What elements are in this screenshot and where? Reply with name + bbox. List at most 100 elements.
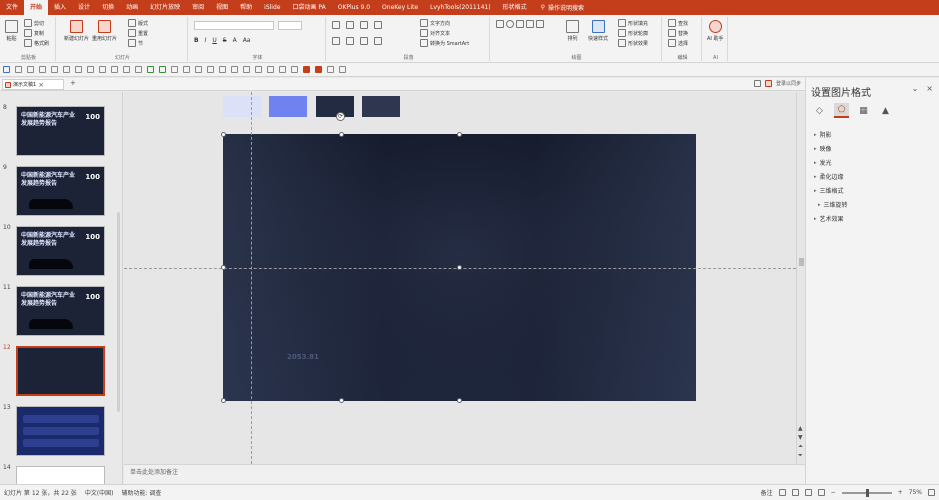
close-tab-icon[interactable]: × <box>38 81 44 89</box>
slide-thumbnail-10[interactable]: 中国新能源汽车产业 发展趋势报告 100 <box>16 226 105 276</box>
union-icon[interactable] <box>243 66 250 73</box>
fit-to-window-icon[interactable] <box>928 489 935 496</box>
slideshow-icon[interactable] <box>817 489 825 496</box>
layout-button[interactable]: 版式 <box>128 19 148 27</box>
cut-button[interactable]: 剪切 <box>24 19 44 27</box>
text-direction-button[interactable]: 文字方向 <box>420 19 450 27</box>
slide-thumbnail-14[interactable] <box>16 466 105 484</box>
smartart-button[interactable]: 转换为 SmartArt <box>420 39 469 47</box>
distribute-horizontal-icon[interactable] <box>123 66 130 73</box>
redo-icon[interactable] <box>27 66 34 73</box>
align-middle-objects-icon[interactable] <box>99 66 106 73</box>
zoom-level[interactable]: 75% <box>909 489 922 496</box>
rotate-icon[interactable] <box>207 66 214 73</box>
close-icon[interactable]: × <box>926 84 933 93</box>
rotate-handle[interactable]: ⟳ <box>336 112 345 121</box>
replace-button[interactable]: 替换 <box>668 29 688 37</box>
shape-fill-button[interactable]: 形状填充 <box>618 19 648 27</box>
picture-tab-icon[interactable]: ▲ <box>878 103 893 118</box>
ribbon-tab[interactable]: 动画 <box>120 0 144 15</box>
send-backward-icon[interactable] <box>183 66 190 73</box>
gear-icon[interactable] <box>764 80 772 87</box>
crop-icon[interactable] <box>195 66 202 73</box>
previous-slide-icon[interactable]: ⏶ <box>798 443 803 451</box>
video-icon[interactable] <box>315 66 322 73</box>
color-swatch-1[interactable] <box>223 96 261 117</box>
paste-button[interactable]: 粘贴 <box>5 20 18 42</box>
resize-handle-w[interactable] <box>221 265 226 270</box>
section-button[interactable]: 节 <box>128 39 143 47</box>
scroll-up-icon[interactable]: ▲ <box>798 425 803 432</box>
merge-shapes-icon[interactable] <box>231 66 238 73</box>
shape-outline-button[interactable]: 形状轮廓 <box>618 29 648 37</box>
notes-pane[interactable]: 单击此处添加备注 <box>124 464 805 484</box>
zoom-out-icon[interactable]: − <box>831 489 836 496</box>
slide-thumbnail-11[interactable]: 中国新能源汽车产业 发展趋势报告 100 <box>16 286 105 336</box>
ungroup-icon[interactable] <box>159 66 166 73</box>
color-swatch-3[interactable] <box>316 96 354 117</box>
ribbon-tab[interactable]: 幻灯片放映 <box>144 0 186 15</box>
intersect-icon[interactable] <box>279 66 286 73</box>
slide-thumbnail-9[interactable]: 中国新能源汽车产业 发展趋势报告 100 <box>16 166 105 216</box>
zoom-slider-knob[interactable] <box>865 488 869 497</box>
zoom-slider[interactable] <box>841 488 892 497</box>
ribbon-tab[interactable]: 切换 <box>96 0 120 15</box>
fragment-icon[interactable] <box>267 66 274 73</box>
align-center-objects-icon[interactable] <box>63 66 70 73</box>
ribbon-tab[interactable]: 开始 <box>24 0 49 15</box>
fill-line-tab-icon[interactable]: ◇ <box>812 103 827 118</box>
ribbon-tab[interactable]: 口袋动画 PA <box>286 0 331 15</box>
chevron-down-icon[interactable]: ⌄ <box>912 84 919 93</box>
resize-handle-e[interactable] <box>457 265 462 270</box>
slide-thumbnail-13[interactable] <box>16 406 105 456</box>
align-top-objects-icon[interactable] <box>87 66 94 73</box>
quick-styles-button[interactable]: 快速样式 <box>588 20 608 42</box>
shapes-gallery[interactable] <box>496 20 544 28</box>
resize-handle-n[interactable] <box>339 132 344 137</box>
canvas-vertical-scrollbar[interactable]: ▲ ▼ ⏶ ⏷ <box>796 92 805 464</box>
ribbon-tab[interactable]: 审阅 <box>186 0 210 15</box>
slide-thumbnail-8[interactable]: 中国新能源汽车产业 发展趋势报告 100 <box>16 106 105 156</box>
font-format-buttons[interactable]: B I U S A Aa <box>194 37 250 44</box>
start-slideshow-icon[interactable] <box>39 66 46 73</box>
ribbon-tab[interactable]: 文件 <box>0 0 24 15</box>
notes-toggle[interactable]: 备注 <box>761 488 773 497</box>
vertical-guide[interactable] <box>251 92 252 464</box>
scrollbar-thumb[interactable] <box>799 258 804 266</box>
language-indicator[interactable]: 中文(中国) <box>85 488 114 497</box>
reading-view-icon[interactable] <box>804 489 812 496</box>
resize-handle-nw[interactable] <box>221 132 226 137</box>
scroll-down-icon[interactable]: ▼ <box>798 434 803 441</box>
reset-button[interactable]: 重置 <box>128 29 148 37</box>
record-icon[interactable] <box>303 66 310 73</box>
align-left-objects-icon[interactable] <box>51 66 58 73</box>
ribbon-tab[interactable]: 帮助 <box>234 0 258 15</box>
section-artistic-effects[interactable]: ▸ 艺术效果 <box>814 214 844 224</box>
tell-me-search[interactable]: ⚲ 操作说明搜索 <box>541 3 584 12</box>
thumbnail-scrollbar[interactable] <box>117 212 120 412</box>
section-3d-rotation[interactable]: ▸ 三维旋转 <box>818 200 848 210</box>
eyedropper-icon[interactable] <box>327 66 334 73</box>
add-tab-icon[interactable]: + <box>70 79 76 87</box>
distribute-vertical-icon[interactable] <box>135 66 142 73</box>
ribbon-tab[interactable]: 设计 <box>72 0 96 15</box>
sync-label[interactable]: 登录以同步 <box>776 80 801 87</box>
size-properties-tab-icon[interactable]: ▦ <box>856 103 871 118</box>
align-text-button[interactable]: 对齐文本 <box>420 29 450 37</box>
resize-handle-ne[interactable] <box>457 132 462 137</box>
bring-forward-icon[interactable] <box>171 66 178 73</box>
save-icon[interactable] <box>3 66 10 73</box>
new-slide-button[interactable]: 新建幻灯片 <box>64 20 89 42</box>
flip-icon[interactable] <box>219 66 226 73</box>
slide-thumbnail-12[interactable] <box>16 346 105 396</box>
resize-handle-se[interactable] <box>457 398 462 403</box>
next-slide-icon[interactable]: ⏷ <box>798 452 803 460</box>
resize-handle-sw[interactable] <box>221 398 226 403</box>
section-reflection[interactable]: ▸ 映像 <box>814 144 832 154</box>
color-swatch-4[interactable] <box>362 96 400 117</box>
align-buttons[interactable] <box>332 37 382 45</box>
ribbon-tab[interactable]: 形状格式 <box>497 0 533 15</box>
find-button[interactable]: 查找 <box>668 19 688 27</box>
ai-assistant-button[interactable]: AI 助手 <box>707 20 724 42</box>
effects-tab-icon[interactable]: ⬠ <box>834 103 849 118</box>
